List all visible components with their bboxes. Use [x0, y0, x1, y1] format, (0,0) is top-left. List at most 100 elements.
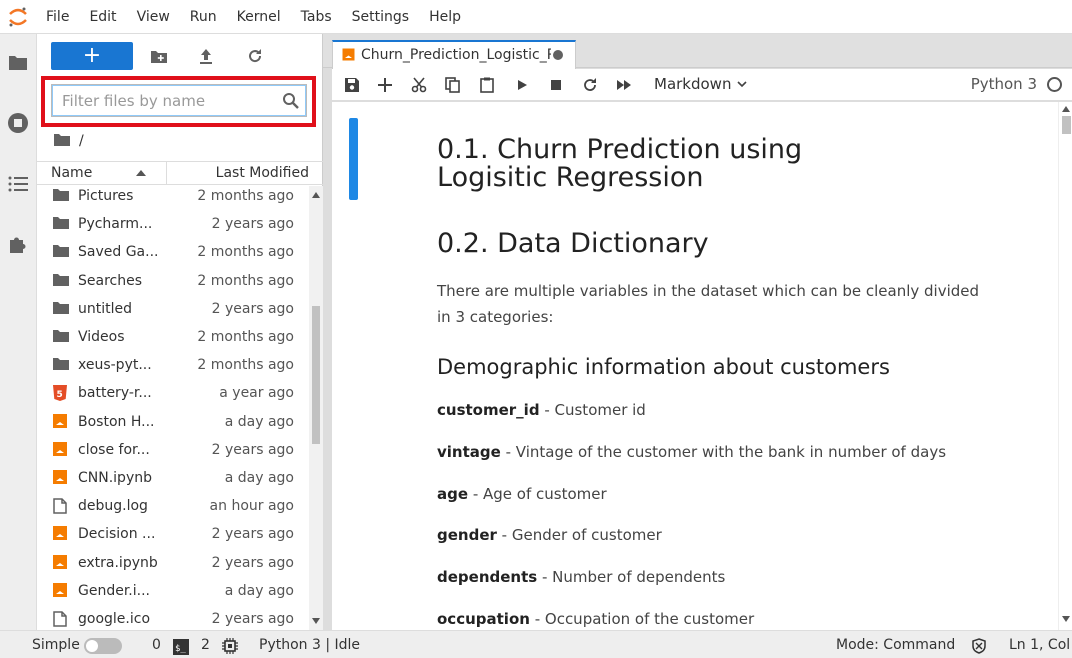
cell-type-value: Markdown	[654, 75, 732, 93]
refresh-icon[interactable]	[243, 44, 267, 68]
field-desc: - Number of dependents	[537, 568, 726, 586]
table-of-contents-icon[interactable]	[6, 172, 30, 196]
menu-run[interactable]: Run	[180, 0, 227, 34]
scroll-down-icon[interactable]	[312, 618, 320, 624]
cell-type-select[interactable]: Markdown	[654, 75, 748, 93]
file-row[interactable]: extra.ipynb 2 years ago	[37, 549, 309, 577]
kernel-name[interactable]: Python 3	[971, 75, 1037, 93]
kernel-status-text[interactable]: Python 3 | Idle	[259, 637, 360, 653]
heading-demographic: Demographic information about customers	[437, 355, 890, 379]
stop-icon[interactable]	[546, 75, 566, 95]
file-row[interactable]: untitled 2 years ago	[37, 295, 309, 323]
terminal-count[interactable]: 0	[152, 637, 161, 653]
file-list-scroll-thumb[interactable]	[312, 306, 320, 444]
notebook-icon	[53, 554, 69, 571]
unsaved-dot-icon[interactable]	[553, 50, 563, 60]
field-name: occupation	[437, 610, 530, 628]
filter-files-input[interactable]	[62, 91, 282, 110]
extensions-puzzle-icon[interactable]	[6, 232, 30, 256]
search-icon	[282, 92, 300, 110]
column-divider[interactable]	[166, 162, 167, 184]
trusted-shield-icon[interactable]	[971, 638, 987, 658]
cursor-position[interactable]: Ln 1, Col	[1009, 637, 1070, 653]
cut-icon[interactable]	[409, 75, 429, 95]
menu-kernel[interactable]: Kernel	[227, 0, 291, 34]
tab-churn-notebook[interactable]: Churn_Prediction_Logistic_Re	[332, 40, 576, 69]
file-name: battery-r...	[78, 385, 152, 402]
paste-icon[interactable]	[477, 75, 497, 95]
file-name: Pictures	[78, 188, 134, 204]
file-row[interactable]: Searches 2 months ago	[37, 267, 309, 295]
scroll-up-icon[interactable]	[1062, 106, 1070, 112]
column-modified-header[interactable]: Last Modified	[216, 165, 309, 181]
file-modified: a year ago	[219, 385, 294, 402]
home-folder-icon[interactable]	[53, 132, 71, 150]
file-name: Videos	[78, 329, 125, 345]
file-row[interactable]: Pictures 2 months ago	[37, 186, 309, 210]
plus-icon: +	[82, 43, 102, 68]
chevron-down-icon	[737, 80, 748, 87]
breadcrumb-root[interactable]: /	[79, 133, 84, 149]
file-row[interactable]: Decision ... 2 years ago	[37, 520, 309, 548]
menu-tabs[interactable]: Tabs	[291, 0, 342, 34]
column-name-header[interactable]: Name	[51, 165, 92, 181]
file-row[interactable]: Saved Ga... 2 months ago	[37, 238, 309, 266]
run-icon[interactable]	[512, 75, 532, 95]
file-name: Saved Ga...	[78, 244, 159, 261]
active-cell-indicator[interactable]	[349, 118, 358, 200]
field-customer-id: customer_id - Customer id	[437, 397, 646, 423]
folder-icon	[53, 357, 69, 373]
menu-file[interactable]: File	[36, 0, 79, 34]
file-row[interactable]: google.ico 2 years ago	[37, 605, 309, 630]
folder-tab-icon[interactable]	[6, 50, 30, 74]
menu-help[interactable]: Help	[419, 0, 471, 34]
simple-mode-toggle[interactable]	[84, 638, 122, 654]
file-row[interactable]: Gender.i... a day ago	[37, 577, 309, 605]
field-name: dependents	[437, 568, 538, 586]
file-modified: 2 months ago	[197, 272, 294, 289]
activity-bar	[0, 34, 37, 630]
file-icon	[53, 498, 69, 514]
file-row[interactable]: Boston H... a day ago	[37, 408, 309, 436]
save-icon[interactable]	[342, 75, 362, 95]
file-modified: 2 months ago	[197, 188, 294, 204]
copy-icon[interactable]	[443, 75, 463, 95]
running-sessions-icon[interactable]	[6, 111, 30, 135]
file-row[interactable]: debug.log an hour ago	[37, 492, 309, 520]
file-row[interactable]: Videos 2 months ago	[37, 323, 309, 351]
file-browser-panel: + / Name Last Modified Pictures 2 months …	[37, 34, 323, 630]
file-row[interactable]: xeus-pyt... 2 months ago	[37, 351, 309, 379]
menu-view[interactable]: View	[127, 0, 180, 34]
scroll-up-icon[interactable]	[312, 192, 320, 198]
file-name: extra.ipynb	[78, 554, 158, 571]
menu-edit[interactable]: Edit	[79, 0, 126, 34]
upload-icon[interactable]	[194, 44, 218, 68]
notebook-scrollbar[interactable]	[1058, 102, 1072, 630]
file-list-scrollbar[interactable]	[309, 186, 323, 630]
menu-settings[interactable]: Settings	[342, 0, 419, 34]
scroll-down-icon[interactable]	[1062, 616, 1070, 622]
field-desc: - Vintage of the customer with the bank …	[500, 443, 947, 461]
kernel-count[interactable]: 2	[201, 637, 210, 653]
new-launcher-button[interactable]: +	[51, 42, 133, 70]
svg-text:$_: $_	[175, 644, 186, 654]
insert-cell-icon[interactable]	[375, 75, 395, 95]
notebook-content: 0.1. Churn Prediction using Logisitic Re…	[332, 102, 1058, 630]
file-name: close for...	[78, 441, 150, 458]
file-row[interactable]: CNN.ipynb a day ago	[37, 464, 309, 492]
fast-forward-icon[interactable]	[614, 75, 634, 95]
file-name: Decision ...	[78, 526, 156, 543]
notebook-scroll-thumb[interactable]	[1062, 116, 1071, 134]
file-modified: 2 years ago	[211, 300, 294, 317]
file-row[interactable]: Pycharm... 2 years ago	[37, 210, 309, 238]
jupyter-logo-icon	[0, 0, 36, 34]
restart-kernel-icon[interactable]	[580, 75, 600, 95]
file-row[interactable]: close for... 2 years ago	[37, 436, 309, 464]
notebook-icon	[53, 413, 69, 430]
file-modified: 2 years ago	[211, 526, 294, 543]
file-row[interactable]: 5 battery-r... a year ago	[37, 379, 309, 407]
new-folder-icon[interactable]	[147, 44, 171, 68]
kernel-idle-indicator-icon	[1047, 77, 1062, 92]
kernel-chip-icon	[222, 638, 238, 658]
file-browser-toolbar: +	[37, 34, 323, 78]
